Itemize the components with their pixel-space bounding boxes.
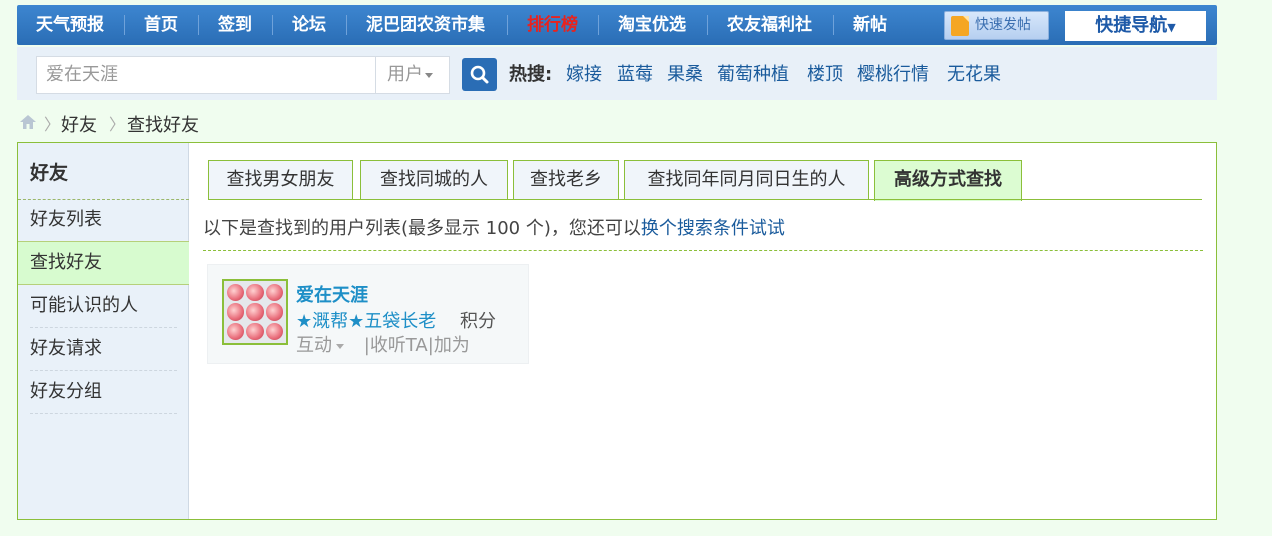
user-score-label: 积分 — [460, 311, 496, 332]
result-text: 以下是查找到的用户列表(最多显示 100 个)，您还可以 — [203, 218, 641, 239]
nav-item-market[interactable]: 泥巴团农资市集 — [366, 5, 485, 45]
sidebar: 好友 好友列表 查找好友 可能认识的人 好友请求 好友分组 — [18, 143, 189, 519]
nav-separator — [833, 15, 834, 35]
breadcrumb-item-friends[interactable]: 好友 — [61, 111, 97, 137]
breadcrumb-item-find-friends: 查找好友 — [127, 115, 199, 136]
nav-separator — [507, 15, 508, 35]
sidebar-item-friend-list[interactable]: 好友列表 — [18, 199, 189, 242]
search-button[interactable] — [462, 58, 497, 91]
result-message: 以下是查找到的用户列表(最多显示 100 个)，您还可以换个搜索条件试试 — [203, 214, 785, 240]
nav-item-home[interactable]: 首页 — [144, 5, 178, 45]
search-bar: 爱在天涯 用户 热搜: 嫁接 蓝莓 果桑 葡萄种植 楼顶 樱桃行情 无花果 — [17, 47, 1217, 100]
nav-item-new-posts[interactable]: 新帖 — [853, 5, 887, 45]
hot-search-term[interactable]: 果桑 — [667, 60, 703, 86]
change-criteria-link[interactable]: 换个搜索条件试试 — [641, 218, 785, 239]
quick-post-button[interactable]: 快速发帖 — [944, 11, 1049, 40]
search-type-label: 用户 — [387, 64, 423, 85]
hot-search-term[interactable]: 樱桃行情 — [857, 60, 929, 86]
sidebar-item-friend-groups[interactable]: 好友分组 — [30, 371, 177, 414]
tab-advanced-search[interactable]: 高级方式查找 — [874, 160, 1022, 201]
divider — [203, 250, 1203, 251]
nav-item-welfare[interactable]: 农友福利社 — [727, 5, 812, 45]
search-icon — [470, 65, 489, 84]
quick-nav-button[interactable]: 快捷导航▼ — [1065, 11, 1206, 41]
user-name-link[interactable]: 爱在天涯 — [296, 281, 368, 307]
tab-find-partner[interactable]: 查找男女朋友 — [208, 160, 353, 200]
nav-separator — [124, 15, 125, 35]
nav-item-checkin[interactable]: 签到 — [218, 5, 252, 45]
nav-separator — [198, 15, 199, 35]
sidebar-title: 好友 — [30, 162, 69, 184]
hot-search-term[interactable]: 嫁接 — [566, 60, 602, 86]
nav-separator — [346, 15, 347, 35]
interact-menu[interactable]: 互动 — [296, 335, 332, 356]
search-type-select[interactable]: 用户 — [375, 56, 450, 94]
tab-bar-line — [208, 199, 1202, 200]
chevron-right-icon: 〉 — [109, 115, 126, 134]
nav-separator — [272, 15, 273, 35]
add-friend-link[interactable]: 加为 — [434, 335, 470, 356]
hot-search-term[interactable]: 无花果 — [947, 60, 1001, 86]
hot-search-term[interactable]: 蓝莓 — [617, 60, 653, 86]
hot-search-term[interactable]: 楼顶 — [807, 60, 843, 86]
search-input[interactable]: 爱在天涯 — [36, 56, 376, 94]
nav-item-weather[interactable]: 天气预报 — [36, 5, 104, 45]
nav-item-taobao[interactable]: 淘宝优选 — [618, 5, 686, 45]
hot-search-term[interactable]: 葡萄种植 — [717, 60, 789, 86]
nav-item-forum[interactable]: 论坛 — [292, 5, 326, 45]
tab-find-same-city[interactable]: 查找同城的人 — [360, 160, 508, 200]
nav-separator — [707, 15, 708, 35]
document-icon — [951, 16, 969, 36]
tab-find-hometown[interactable]: 查找老乡 — [513, 160, 619, 200]
quick-nav-label: 快捷导航 — [1095, 15, 1168, 36]
chevron-right-icon: 〉 — [44, 115, 61, 134]
sidebar-item-friend-requests[interactable]: 好友请求 — [30, 328, 177, 371]
quick-post-label: 快速发帖 — [975, 17, 1031, 33]
sidebar-item-find-friends[interactable]: 查找好友 — [18, 242, 189, 285]
follow-link[interactable]: 收听TA — [370, 335, 428, 356]
main-panel: 好友 好友列表 查找好友 可能认识的人 好友请求 好友分组 查找男女朋友 查找同… — [17, 142, 1217, 520]
hot-search-label: 热搜: — [509, 64, 553, 85]
nav-separator — [598, 15, 599, 35]
chevron-down-icon — [425, 72, 433, 78]
user-actions: 互动 |收听TA|加为 — [296, 335, 470, 356]
chevron-down-icon — [336, 343, 344, 349]
home-icon[interactable] — [18, 113, 38, 131]
top-nav-bar: 天气预报 首页 签到 论坛 泥巴团农资市集 排行榜 淘宝优选 农友福利社 新帖 … — [17, 5, 1217, 45]
user-card: 爱在天涯 ★溉帮★五袋长老 积分 互动 |收听TA|加为 — [207, 264, 529, 364]
sidebar-item-people-you-may-know[interactable]: 可能认识的人 — [30, 285, 177, 328]
user-rank-link[interactable]: ★溉帮★五袋长老 — [296, 307, 436, 333]
avatar[interactable] — [222, 279, 288, 345]
tab-find-same-birthday[interactable]: 查找同年同月同日生的人 — [624, 160, 869, 200]
nav-item-ranking[interactable]: 排行榜 — [527, 5, 578, 45]
